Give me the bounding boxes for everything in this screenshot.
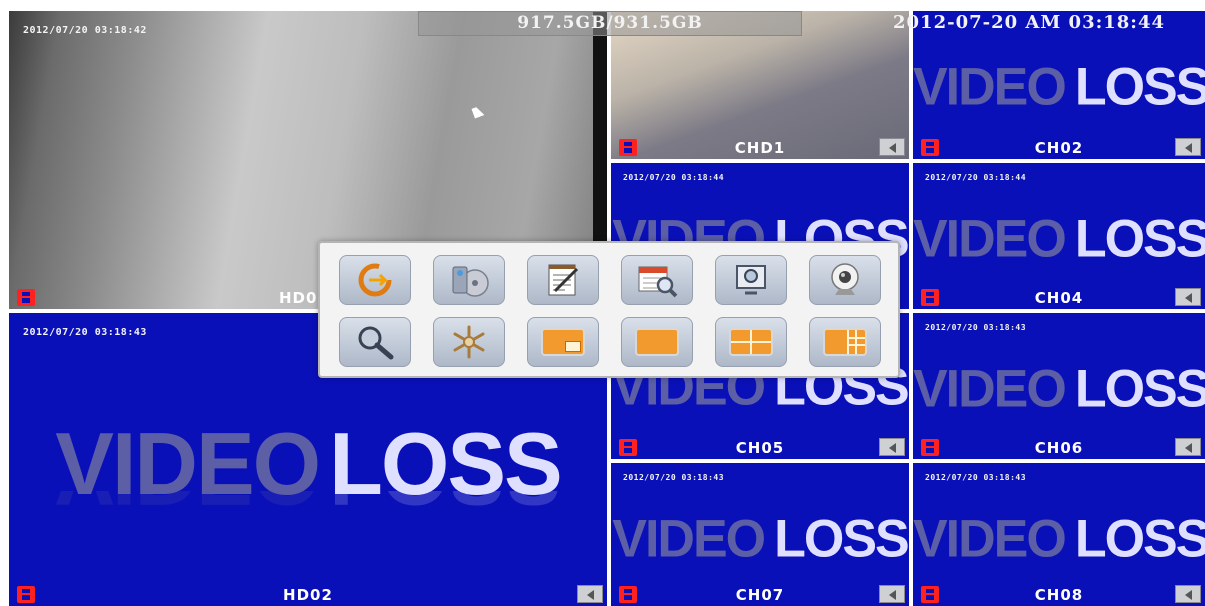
record-icon[interactable] (619, 439, 637, 456)
quad-layout-icon (729, 328, 773, 356)
video-loss-reflection: VIDEOLOSS (9, 491, 607, 525)
speaker-icon[interactable] (879, 438, 905, 456)
quad-layout-button[interactable] (715, 317, 787, 367)
channel-name: CH04 (1034, 289, 1084, 307)
tile-timestamp: 2012/07/20 03:18:43 (925, 323, 1027, 332)
tile-timestamp: 2012/07/20 03:18:42 (23, 25, 147, 36)
record-icon[interactable] (619, 139, 637, 156)
storage-usage-bar: 917.5GB/931.5GB (418, 11, 802, 36)
channel-name: CH05 (735, 439, 785, 457)
channel-tile-ch07[interactable]: 2012/07/20 03:18:43 VIDEO LOSS CH07 (611, 463, 909, 606)
pip-layout-button[interactable] (527, 317, 599, 367)
record-icon[interactable] (17, 586, 35, 603)
speaker-icon[interactable] (1175, 288, 1201, 306)
speaker-icon[interactable] (577, 585, 603, 603)
mouse-cursor-icon (471, 105, 485, 119)
channel-tile-ch04[interactable]: 2012/07/20 03:18:44 VIDEO LOSS CH04 (913, 163, 1205, 309)
notepad-icon (548, 264, 579, 296)
channel-name: CH07 (735, 586, 785, 604)
system-clock: 2012-07-20 AM 03:18:44 (893, 12, 1165, 33)
record-icon[interactable] (921, 586, 939, 603)
record-search-button[interactable] (621, 255, 693, 305)
channel-tile-ch08[interactable]: 2012/07/20 03:18:43 VIDEO LOSS CH08 (913, 463, 1205, 606)
tile-timestamp: 2012/07/20 03:18:44 (623, 173, 725, 182)
speaker-icon[interactable] (879, 585, 905, 603)
tile-timestamp: 2012/07/20 03:18:43 (23, 327, 147, 338)
channel-name: HD0 (279, 289, 318, 307)
channel-tile-ch06[interactable]: 2012/07/20 03:18:43 VIDEO LOSS CH06 (913, 313, 1205, 459)
tile-timestamp: 2012/07/20 03:18:43 (623, 473, 725, 482)
calendar-search-icon (638, 266, 678, 298)
video-loss-label: VIDEO LOSS (913, 209, 1205, 269)
quick-menu-popup (318, 241, 900, 378)
record-icon[interactable] (921, 139, 939, 156)
freeze-button[interactable] (433, 317, 505, 367)
channel-name: CH08 (1034, 586, 1084, 604)
pip-layout-icon (541, 328, 585, 356)
record-icon[interactable] (921, 439, 939, 456)
channel-name: CH06 (1034, 439, 1084, 457)
channel-name: CHD1 (734, 139, 786, 157)
tile-timestamp: 2012/07/20 03:18:43 (925, 473, 1027, 482)
webcam-icon (831, 263, 859, 295)
video-loss-label: VIDEO LOSS (913, 509, 1205, 569)
speaker-icon[interactable] (879, 138, 905, 156)
channel-name: CH02 (1034, 139, 1084, 157)
channel-tile-ch02[interactable]: VIDEO LOSS CH02 (913, 11, 1205, 159)
snowflake-icon (453, 325, 485, 359)
speaker-icon[interactable] (1175, 138, 1201, 156)
logout-icon (358, 263, 392, 297)
single-layout-icon (635, 328, 679, 356)
monitor-search-icon (736, 265, 766, 295)
tile-timestamp: 2012/07/20 03:18:44 (925, 173, 1027, 182)
network-camera-button[interactable] (809, 255, 881, 305)
system-disc-icon (452, 266, 489, 297)
record-icon[interactable] (921, 289, 939, 306)
channel-name: HD02 (283, 586, 333, 604)
speaker-icon[interactable] (1175, 438, 1201, 456)
video-loss-label: VIDEO LOSS (913, 359, 1205, 419)
record-icon[interactable] (17, 289, 35, 306)
event-log-button[interactable] (527, 255, 599, 305)
search-button[interactable] (339, 317, 411, 367)
single-layout-button[interactable] (621, 317, 693, 367)
video-loss-label: VIDEO LOSS (913, 57, 1205, 117)
system-setup-button[interactable] (433, 255, 505, 305)
logout-button[interactable] (339, 255, 411, 305)
video-loss-label: VIDEO LOSS (612, 509, 909, 569)
record-icon[interactable] (619, 586, 637, 603)
multi-layout-button[interactable] (809, 317, 881, 367)
speaker-icon[interactable] (1175, 585, 1201, 603)
magnifier-icon (358, 326, 394, 360)
multi-layout-icon (823, 328, 867, 356)
monitor-search-button[interactable] (715, 255, 787, 305)
